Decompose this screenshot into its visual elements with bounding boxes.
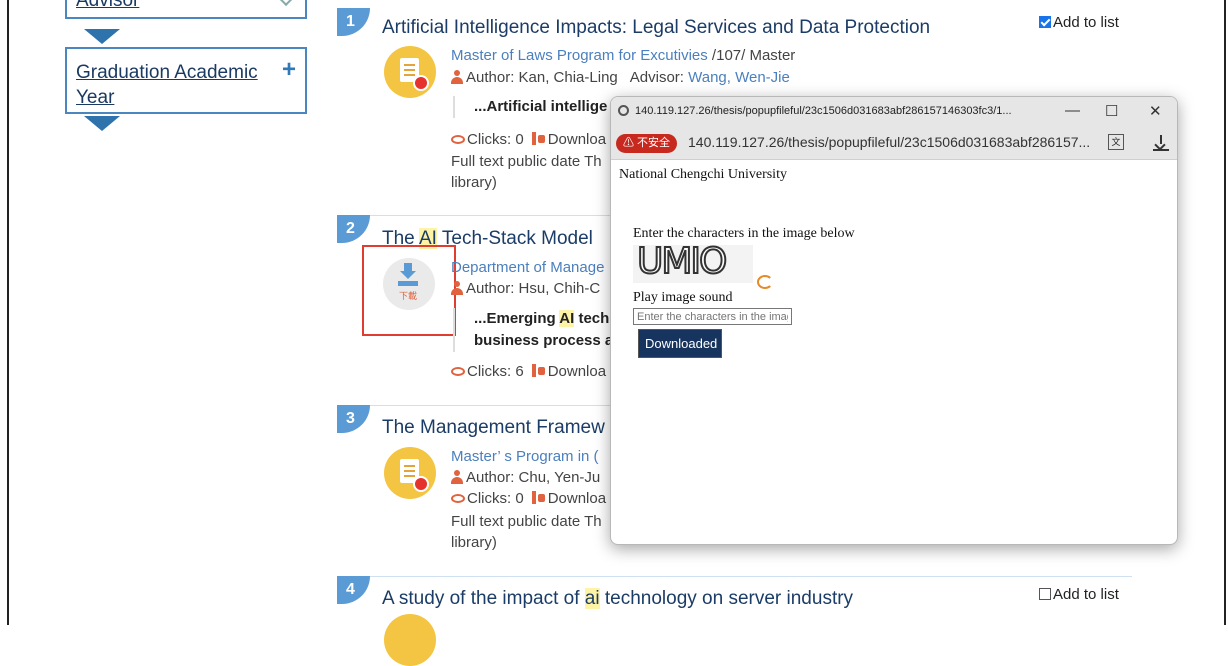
result-stats: Clicks: 0 Downloa: [451, 489, 606, 509]
program-link[interactable]: Master of Laws Program for Excutivies: [451, 47, 708, 64]
insecure-badge[interactable]: ⚠ 不安全: [616, 134, 678, 153]
title-text[interactable]: A study of the impact of: [382, 588, 585, 609]
fulltext-date: Full text public date Th: [451, 513, 602, 530]
advisor-label: Advisor:: [629, 69, 689, 86]
result-title[interactable]: Artificial Intelligence Impacts: Legal S…: [382, 17, 930, 39]
pdf-restricted-icon: [384, 447, 436, 499]
eye-icon: [451, 367, 465, 376]
facet-advisor[interactable]: Advisor: [65, 0, 307, 19]
minimize-button[interactable]: —: [1065, 102, 1080, 119]
person-icon: [451, 281, 463, 295]
person-icon: [451, 70, 463, 84]
download-count: Downloa: [547, 363, 607, 380]
abstract-highlight: AI: [559, 310, 575, 327]
program-link[interactable]: Master’ s Program in (: [451, 447, 599, 467]
program-link-text[interactable]: Department of Manage: [451, 259, 604, 276]
fulltext-date: Full text public date Th: [451, 153, 602, 170]
fulltext-date-cont: library): [451, 534, 497, 551]
popup-titlebar[interactable]: 140.119.127.26/thesis/popupfileful/23c15…: [611, 97, 1177, 127]
captcha-input[interactable]: [633, 308, 792, 325]
add-to-list-checkbox[interactable]: [1039, 16, 1051, 28]
result-author: Author: Hsu, Chih-C: [451, 279, 600, 299]
facet-advisor-label[interactable]: Advisor: [76, 0, 139, 12]
translate-icon[interactable]: 文: [1108, 134, 1124, 150]
refresh-captcha-icon[interactable]: [757, 275, 773, 289]
facet-arrow-icon: [84, 116, 120, 131]
download-count: Downloa: [547, 131, 607, 148]
captcha-text: UMIO: [636, 240, 728, 283]
facet-year-label[interactable]: Graduation Academic Year: [76, 60, 286, 110]
popup-window-title: 140.119.127.26/thesis/popupfileful/23c15…: [635, 105, 1012, 117]
fulltext-date-cont: library): [451, 174, 497, 191]
add-to-list-label[interactable]: Add to list: [1053, 14, 1119, 31]
eye-icon: [451, 135, 465, 144]
popup-address-bar: ⚠ 不安全 140.119.127.26/thesis/popupfileful…: [611, 127, 1177, 160]
page-border-left: [7, 0, 9, 625]
abstract-text: ...Emerging: [474, 310, 560, 327]
downloaded-button[interactable]: Downloaded: [638, 329, 722, 358]
result-number: 3: [337, 405, 370, 433]
result-abstract: ...Emerging AI tech business process a: [453, 308, 613, 352]
abstract-text: tech: [574, 310, 610, 327]
result-number: 1: [337, 8, 370, 36]
program-link-text[interactable]: Master’ s Program in (: [451, 448, 599, 465]
download-count: Downloa: [547, 490, 607, 507]
result-abstract: ...Artificial intellige: [453, 96, 607, 118]
facet-graduation-year[interactable]: Graduation Academic Year +: [65, 47, 307, 114]
close-button[interactable]: ✕: [1149, 102, 1162, 120]
add-to-list-label[interactable]: Add to list: [1053, 586, 1119, 603]
result-author: Author: Kan, Chia-Ling Advisor: Wang, Wen…: [451, 68, 790, 88]
person-icon: [451, 470, 463, 484]
result-stats: Clicks: 6 Downloa: [451, 362, 606, 382]
abstract-text: business process a: [474, 332, 614, 349]
popup-url[interactable]: 140.119.127.26/thesis/popupfileful/23c15…: [688, 134, 1090, 150]
highlight-box: [362, 245, 456, 336]
maximize-button[interactable]: ☐: [1105, 102, 1118, 120]
title-highlight[interactable]: ai: [584, 588, 600, 609]
author-name: Author: Kan, Chia-Ling: [466, 69, 618, 86]
popup-window: 140.119.127.26/thesis/popupfileful/23c15…: [610, 96, 1178, 545]
download-count-icon: [531, 132, 545, 145]
facet-arrow-icon: [84, 29, 120, 44]
advisor-link[interactable]: Wang, Wen-Jie: [688, 69, 790, 86]
result-number: 2: [337, 215, 370, 243]
captcha-image: UMIO: [633, 240, 753, 283]
page-border-right: [1224, 0, 1226, 625]
add-to-list[interactable]: Add to list: [1039, 14, 1119, 31]
globe-icon: [618, 105, 629, 116]
program-link[interactable]: Department of Manage: [451, 258, 604, 278]
result-author: Author: Chu, Yen-Ju: [451, 468, 600, 488]
author-name: Author: Chu, Yen-Ju: [466, 469, 601, 486]
download-count-icon: [531, 491, 545, 504]
result-program: Master of Laws Program for Excutivies /1…: [451, 46, 795, 66]
clicks-count: Clicks: 6: [467, 363, 524, 380]
title-text[interactable]: Tech-Stack Model: [437, 228, 593, 249]
university-name: National Chengchi University: [619, 167, 787, 182]
chevron-down-icon: [278, 0, 294, 7]
play-sound-link[interactable]: Play image sound: [633, 290, 733, 306]
clicks-count: Clicks: 0: [467, 490, 524, 507]
clicks-count: Clicks: 0: [467, 131, 524, 148]
title-text[interactable]: technology on server industry: [600, 588, 853, 609]
add-to-list[interactable]: Add to list: [1039, 586, 1119, 603]
pdf-icon: [384, 614, 436, 666]
program-degree: /107/ Master: [707, 47, 796, 64]
plus-icon[interactable]: +: [282, 56, 296, 84]
author-name: Author: Hsu, Chih-C: [466, 280, 601, 297]
result-title[interactable]: The Management Framew: [382, 417, 605, 439]
result-stats: Clicks: 0 Downloa: [451, 130, 606, 150]
divider: [337, 576, 1132, 577]
result-title[interactable]: A study of the impact of ai technology o…: [382, 588, 853, 610]
pdf-restricted-icon: [384, 46, 436, 98]
captcha-instruction: Enter the characters in the image below: [633, 226, 855, 241]
result-number: 4: [337, 576, 370, 604]
download-count-icon: [531, 364, 545, 377]
eye-icon: [451, 494, 465, 503]
add-to-list-checkbox[interactable]: [1039, 588, 1051, 600]
